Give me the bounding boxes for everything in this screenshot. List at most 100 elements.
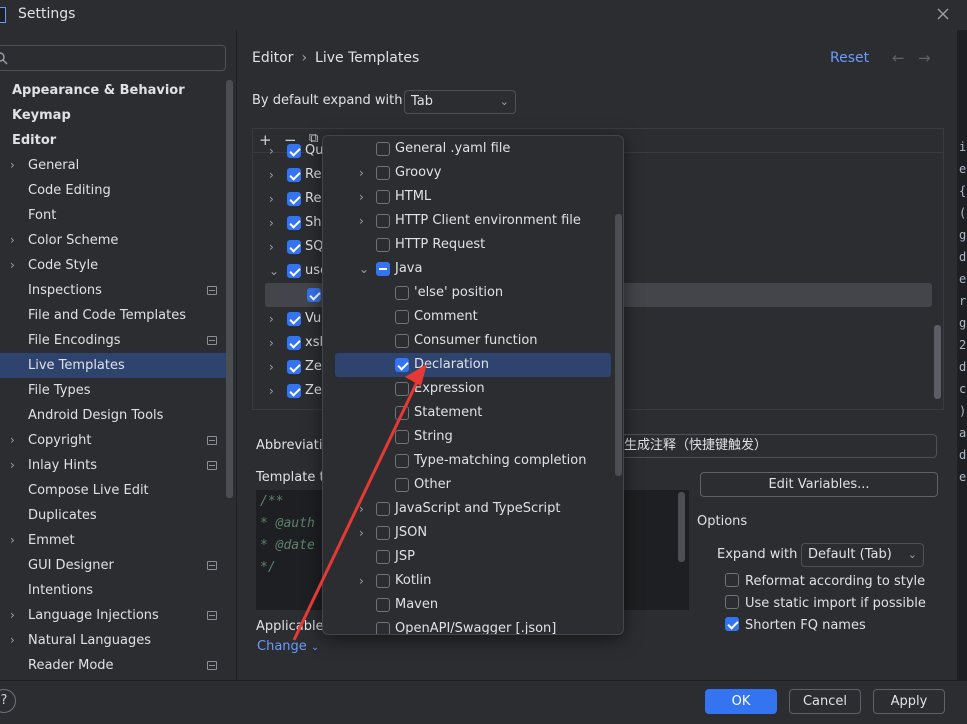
sidebar-item[interactable]: › Copyright: [0, 428, 232, 453]
chevron-right-icon[interactable]: ›: [269, 331, 274, 355]
chevron-down-icon[interactable]: ⌄: [359, 257, 369, 281]
context-item[interactable]: › HTTP Client environment file: [323, 209, 613, 233]
chevron-right-icon[interactable]: ›: [10, 628, 15, 653]
context-item[interactable]: › Kotlin: [323, 569, 613, 593]
context-checkbox[interactable]: [376, 502, 390, 516]
chevron-down-icon[interactable]: ⌄: [269, 259, 279, 283]
context-checkbox[interactable]: [395, 334, 409, 348]
sidebar-item[interactable]: Compose Live Edit: [0, 478, 232, 503]
sidebar-item[interactable]: › Code Style: [0, 253, 232, 278]
chevron-right-icon[interactable]: ›: [10, 253, 15, 278]
chevron-right-icon[interactable]: ›: [359, 209, 364, 233]
expand-with-select[interactable]: Default (Tab) ⌄: [801, 543, 924, 567]
chevron-right-icon[interactable]: ›: [10, 453, 15, 478]
context-checkbox[interactable]: [395, 310, 409, 324]
template-checkbox[interactable]: [287, 168, 301, 182]
chevron-right-icon[interactable]: ›: [10, 428, 15, 453]
sidebar-item[interactable]: Android Design Tools: [0, 403, 232, 428]
sidebar-item[interactable]: Inspections: [0, 278, 232, 303]
cancel-button[interactable]: Cancel: [789, 689, 861, 714]
context-item[interactable]: JSP: [323, 545, 613, 569]
chevron-right-icon[interactable]: ›: [269, 187, 274, 211]
sidebar-item[interactable]: › Natural Languages: [0, 628, 232, 653]
context-item[interactable]: OpenAPI/Swagger [.json]: [323, 617, 613, 634]
context-item[interactable]: › Groovy: [323, 161, 613, 185]
context-checkbox[interactable]: [395, 286, 409, 300]
chevron-right-icon[interactable]: ›: [10, 528, 15, 553]
reformat-option[interactable]: Reformat according to style: [725, 573, 925, 589]
apply-button[interactable]: Apply: [873, 689, 945, 714]
context-checkbox[interactable]: [395, 406, 409, 420]
chevron-right-icon[interactable]: ›: [269, 355, 274, 379]
static-import-checkbox[interactable]: [725, 595, 739, 609]
chevron-right-icon[interactable]: ›: [269, 307, 274, 331]
change-context-link[interactable]: Change ⌄: [257, 639, 319, 654]
back-arrow-icon[interactable]: ←: [892, 49, 905, 67]
context-item[interactable]: String: [323, 425, 613, 449]
default-expand-select[interactable]: Tab ⌄: [404, 90, 516, 114]
breadcrumb-root[interactable]: Editor: [252, 50, 293, 66]
template-checkbox[interactable]: [287, 240, 301, 254]
context-checkbox[interactable]: [376, 238, 390, 252]
template-checkbox[interactable]: [307, 288, 321, 302]
context-item[interactable]: Statement: [323, 401, 613, 425]
sidebar-item[interactable]: Code Editing: [0, 178, 232, 203]
context-checkbox[interactable]: [376, 550, 390, 564]
sidebar-item[interactable]: Duplicates: [0, 503, 232, 528]
chevron-right-icon[interactable]: ›: [10, 153, 15, 178]
sidebar-item[interactable]: › General: [0, 153, 232, 178]
chevron-right-icon[interactable]: ›: [10, 228, 15, 253]
context-item[interactable]: › JavaScript and TypeScript: [323, 497, 613, 521]
reset-link[interactable]: Reset: [830, 50, 869, 66]
edit-variables-button[interactable]: Edit Variables...: [700, 472, 938, 497]
shorten-fq-checkbox[interactable]: [725, 617, 739, 631]
chevron-right-icon[interactable]: ›: [269, 235, 274, 259]
static-import-option[interactable]: Use static import if possible: [725, 595, 926, 611]
context-item[interactable]: › HTML: [323, 185, 613, 209]
search-input[interactable]: [0, 45, 226, 71]
chevron-right-icon[interactable]: ›: [359, 521, 364, 545]
context-checkbox[interactable]: [376, 190, 390, 204]
context-checkbox[interactable]: [376, 262, 390, 276]
context-checkbox[interactable]: [395, 358, 409, 372]
chevron-right-icon[interactable]: ›: [269, 139, 274, 163]
context-item[interactable]: Other: [323, 473, 613, 497]
forward-arrow-icon[interactable]: →: [918, 49, 931, 67]
context-item[interactable]: Expression: [323, 377, 613, 401]
context-checkbox[interactable]: [376, 214, 390, 228]
template-checkbox[interactable]: [287, 360, 301, 374]
context-checkbox[interactable]: [376, 142, 390, 156]
context-checkbox[interactable]: [376, 526, 390, 540]
sidebar-item[interactable]: File Types: [0, 378, 232, 403]
sidebar-item[interactable]: › Emmet: [0, 528, 232, 553]
context-checkbox[interactable]: [395, 382, 409, 396]
sidebar-item[interactable]: Reader Mode: [0, 653, 232, 678]
description-input[interactable]: 生成注释（快捷键触发）: [601, 434, 937, 458]
help-button[interactable]: ?: [0, 689, 16, 713]
popup-scrollbar[interactable]: [615, 214, 622, 476]
templates-scrollbar[interactable]: [934, 325, 941, 399]
template-checkbox[interactable]: [287, 384, 301, 398]
reformat-checkbox[interactable]: [725, 573, 739, 587]
template-checkbox[interactable]: [287, 216, 301, 230]
context-item[interactable]: Type-matching completion: [323, 449, 613, 473]
chevron-right-icon[interactable]: ›: [359, 497, 364, 521]
template-checkbox[interactable]: [287, 312, 301, 326]
context-item[interactable]: Consumer function: [323, 329, 613, 353]
sidebar-item[interactable]: Intentions: [0, 578, 232, 603]
sidebar-item[interactable]: Editor: [0, 128, 232, 153]
context-checkbox[interactable]: [376, 574, 390, 588]
context-item[interactable]: HTTP Request: [323, 233, 613, 257]
template-checkbox[interactable]: [287, 336, 301, 350]
context-item[interactable]: 'else' position: [323, 281, 613, 305]
chevron-right-icon[interactable]: ›: [10, 603, 15, 628]
sidebar-scrollbar[interactable]: [226, 80, 233, 498]
template-checkbox[interactable]: [287, 144, 301, 158]
sidebar-item[interactable]: › Language Injections: [0, 603, 232, 628]
context-checkbox[interactable]: [395, 454, 409, 468]
context-checkbox[interactable]: [395, 478, 409, 492]
sidebar-item[interactable]: File and Code Templates: [0, 303, 232, 328]
editor-scrollbar[interactable]: [678, 492, 685, 562]
context-item[interactable]: Maven: [323, 593, 613, 617]
context-checkbox[interactable]: [376, 622, 390, 634]
